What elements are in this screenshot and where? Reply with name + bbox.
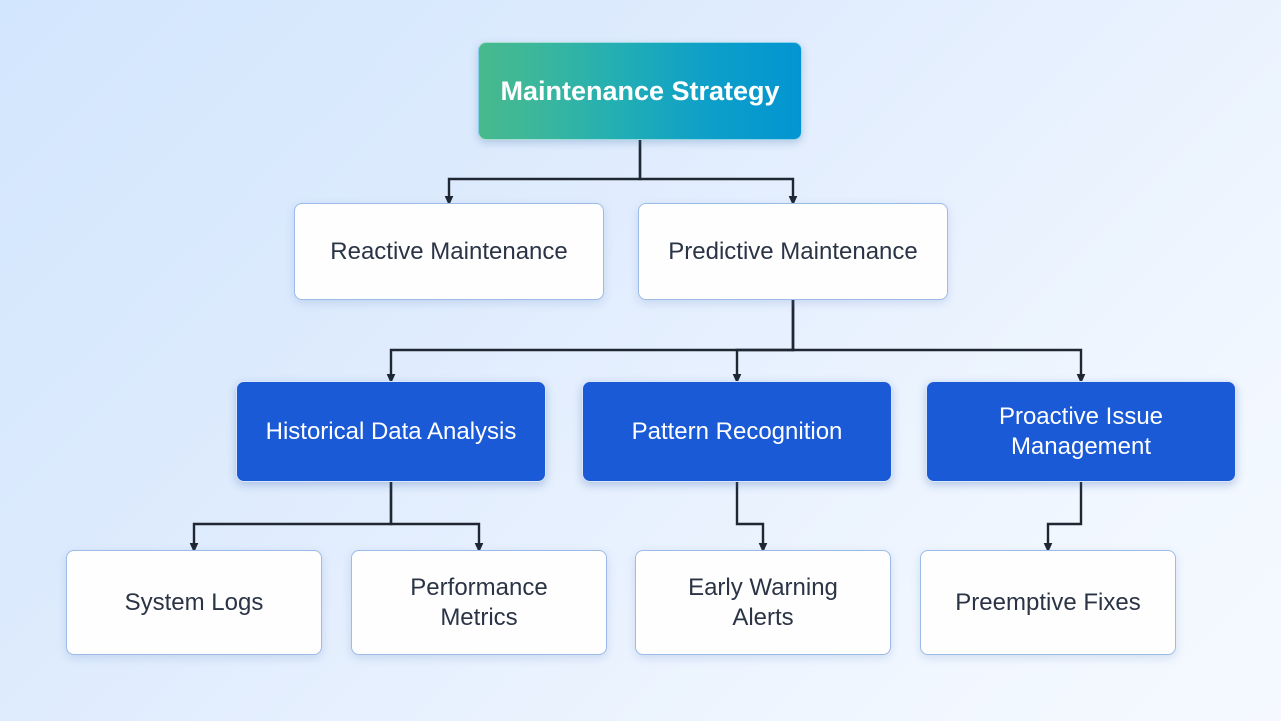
node-label: Early Warning Alerts xyxy=(688,574,838,631)
edge-predictive-historical xyxy=(386,300,795,384)
edge-strategy-reactive xyxy=(444,140,642,206)
edge-strategy-predictive xyxy=(638,140,798,206)
edge-predictive-proactive xyxy=(791,300,1086,384)
edge-predictive-pattern xyxy=(732,300,795,384)
node-label: Maintenance Strategy xyxy=(500,75,780,106)
edge-proactive-preemptive xyxy=(1043,482,1083,553)
node-historical-data-analysis[interactable]: Historical Data Analysis xyxy=(236,381,546,482)
node-label: Reactive Maintenance xyxy=(330,237,568,265)
node-predictive-maintenance[interactable]: Predictive Maintenance xyxy=(638,203,948,300)
node-early-warning-alerts[interactable]: Early Warning Alerts xyxy=(635,550,891,655)
edge-historical-performance xyxy=(389,482,484,553)
node-label: Preemptive Fixes xyxy=(955,588,1141,616)
node-pattern-recognition[interactable]: Pattern Recognition xyxy=(582,381,892,482)
node-label: Proactive Issue Management xyxy=(998,403,1164,460)
node-preemptive-fixes[interactable]: Preemptive Fixes xyxy=(920,550,1176,655)
node-reactive-maintenance[interactable]: Reactive Maintenance xyxy=(294,203,604,300)
node-label: Predictive Maintenance xyxy=(668,237,918,265)
node-label: Historical Data Analysis xyxy=(265,417,517,445)
node-proactive-issue-management[interactable]: Proactive Issue Management xyxy=(926,381,1236,482)
node-label: System Logs xyxy=(124,588,264,616)
edge-historical-systemlogs xyxy=(189,482,393,553)
node-system-logs[interactable]: System Logs xyxy=(66,550,322,655)
node-label: Performance Metrics xyxy=(410,574,548,631)
node-performance-metrics[interactable]: Performance Metrics xyxy=(351,550,607,655)
flowchart-canvas: Maintenance Strategy Reactive Maintenanc… xyxy=(0,0,1281,721)
node-label: Pattern Recognition xyxy=(631,417,843,445)
edge-pattern-earlywarning xyxy=(735,482,768,553)
node-maintenance-strategy[interactable]: Maintenance Strategy xyxy=(478,42,802,140)
